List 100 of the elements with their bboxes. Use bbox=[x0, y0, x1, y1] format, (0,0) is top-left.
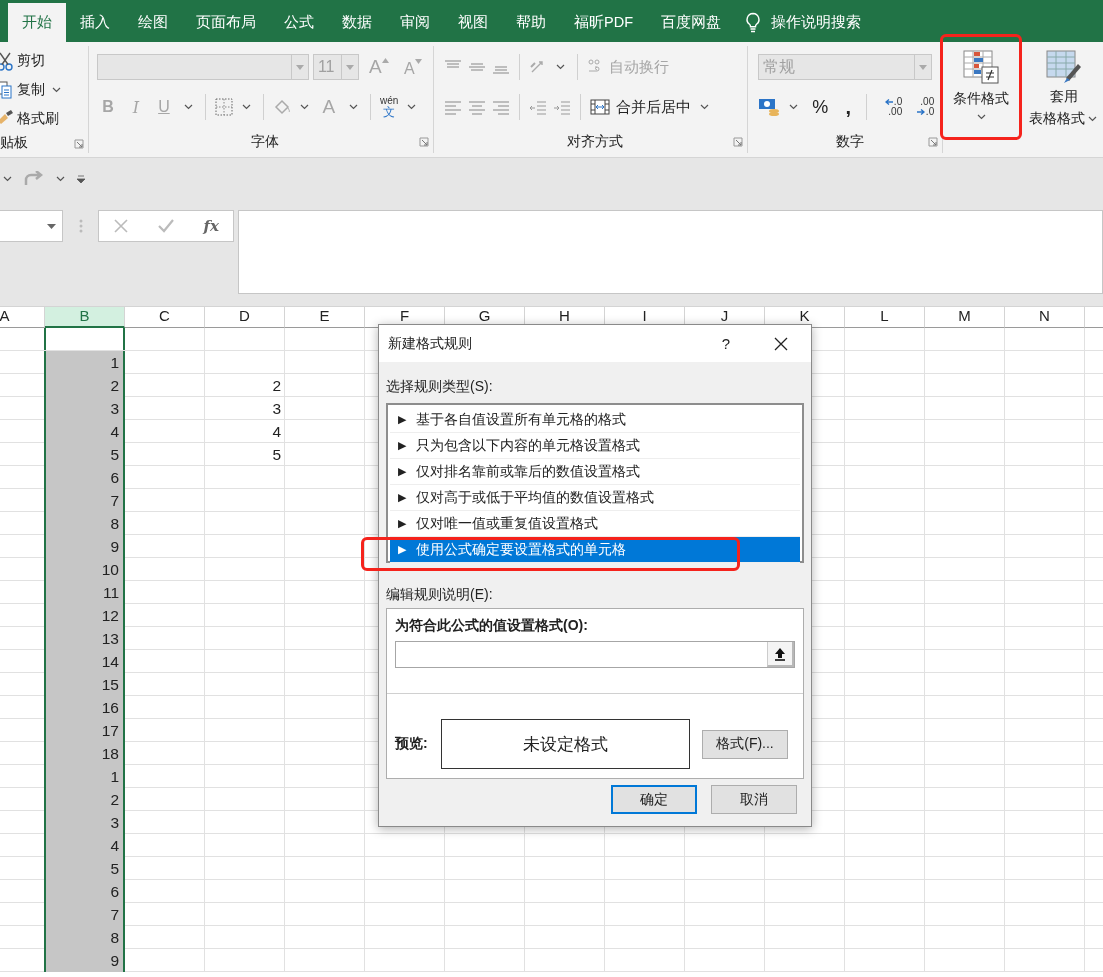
table-cell: 5 bbox=[44, 857, 125, 880]
conditional-formatting-button[interactable]: 条件格式 bbox=[945, 46, 1017, 128]
copy-button[interactable]: 复制 bbox=[0, 75, 88, 104]
table-cell-text: 3 bbox=[271, 399, 282, 419]
drag-handle-icon[interactable] bbox=[79, 219, 83, 233]
ok-button[interactable]: 确定 bbox=[611, 785, 697, 814]
align-center-icon[interactable] bbox=[467, 98, 486, 116]
decrease-decimal-button[interactable]: .00 .0 bbox=[908, 97, 935, 117]
borders-icon[interactable] bbox=[214, 98, 233, 116]
table-cell: 11 bbox=[44, 581, 125, 604]
group-label: 对齐方式 bbox=[567, 133, 624, 151]
check-icon[interactable] bbox=[157, 218, 176, 234]
cancel-button[interactable]: 取消 bbox=[711, 785, 797, 814]
format-as-table-button[interactable]: 套用 表格格式 bbox=[1025, 46, 1103, 128]
caret-icon bbox=[555, 64, 565, 70]
rule-type-item[interactable]: ▶ 仅对高于或低于平均值的数值设置格式 bbox=[390, 485, 800, 511]
ribbon-tab[interactable]: 帮助 bbox=[502, 3, 560, 42]
ribbon-tab[interactable]: 视图 bbox=[444, 3, 502, 42]
ribbon-tab[interactable]: 插入 bbox=[66, 3, 124, 42]
decrease-indent-icon[interactable] bbox=[528, 98, 547, 116]
align-left-icon[interactable] bbox=[443, 98, 462, 116]
ribbon-tab[interactable]: 公式 bbox=[270, 3, 328, 42]
ribbon-tab[interactable]: 审阅 bbox=[386, 3, 444, 42]
section-label: 选择规则类型(S): bbox=[386, 378, 494, 396]
ribbon-tab[interactable]: 福昕PDF bbox=[560, 3, 647, 42]
dialog-launcher-icon[interactable] bbox=[733, 137, 744, 147]
left-arrow-icon bbox=[884, 99, 893, 105]
caret-icon bbox=[407, 104, 417, 110]
table-cell: 3 bbox=[44, 397, 125, 420]
help-button[interactable]: ? bbox=[721, 335, 730, 352]
format-button[interactable]: 格式(F)... bbox=[702, 729, 788, 759]
table-cell-text: 2 bbox=[271, 376, 282, 396]
ribbon-tab[interactable]: 页面布局 bbox=[182, 3, 270, 42]
ribbon-tab[interactable]: 开始 bbox=[8, 3, 66, 42]
table-cell: 4 bbox=[44, 834, 125, 857]
caret-icon bbox=[976, 114, 986, 120]
rule-type-item[interactable]: ▶ 只为包含以下内容的单元格设置格式 bbox=[390, 433, 800, 459]
name-box[interactable] bbox=[0, 210, 63, 242]
scissors-icon bbox=[0, 50, 13, 71]
table-cell-text: 4 bbox=[271, 422, 282, 442]
table-cell: 3 bbox=[44, 811, 125, 834]
insert-function-button[interactable]: fx bbox=[203, 217, 219, 235]
table-cell-text: 5 bbox=[271, 445, 282, 465]
rule-type-list[interactable]: ▶ 基于各自值设置所有单元格的格式 ▶ 只为包含以下内容的单元格设置格式 ▶ 仅对排名靠前或靠后的数值设置格式 ▶ 仅对高于或低于平均值的数值设置格式 ▶ 仅对唯一值或重复值设置格式 ▶ 使用公式确定要设置格式的单元格 bbox=[386, 403, 804, 563]
align-right-icon[interactable] bbox=[491, 98, 510, 116]
ribbon-tab[interactable]: 百度网盘 bbox=[647, 3, 735, 42]
dialog-launcher-icon[interactable] bbox=[418, 137, 429, 147]
column-header[interactable]: N bbox=[1005, 307, 1085, 328]
column-header[interactable]: L bbox=[845, 307, 925, 328]
table-cell: 16 bbox=[44, 696, 125, 719]
percent-button[interactable]: % bbox=[807, 96, 834, 118]
increase-decimal-button[interactable]: .0 .00 bbox=[876, 97, 903, 117]
redo-icon[interactable] bbox=[23, 171, 45, 187]
table-cell: 4 bbox=[44, 420, 125, 443]
formula-field[interactable] bbox=[395, 641, 795, 668]
merge-center-button[interactable]: 合并后居中 bbox=[589, 97, 712, 117]
caret-icon bbox=[52, 86, 61, 93]
caret-icon bbox=[1087, 116, 1097, 122]
section-label: 编辑规则说明(E): bbox=[386, 586, 494, 604]
dialog-launcher-icon[interactable] bbox=[73, 139, 84, 149]
dialog-launcher-icon[interactable] bbox=[928, 137, 938, 147]
table-cell: 9 bbox=[44, 535, 125, 558]
column-header[interactable]: A bbox=[0, 307, 45, 328]
table-cell: 18 bbox=[44, 742, 125, 765]
rule-type-item[interactable]: ▶ 仅对排名靠前或靠后的数值设置格式 bbox=[390, 459, 800, 485]
customize-toolbar-icon[interactable] bbox=[76, 174, 86, 184]
caret-icon bbox=[699, 104, 709, 110]
collapse-dialog-icon bbox=[774, 646, 786, 661]
preview-box: 未设定格式 bbox=[441, 719, 690, 769]
column-header[interactable]: B bbox=[45, 307, 125, 328]
formula-label: 为符合此公式的值设置格式(O): bbox=[395, 617, 589, 635]
column-header[interactable]: E bbox=[285, 307, 365, 328]
table-cell: 6 bbox=[44, 466, 125, 489]
table-cell: 12 bbox=[44, 604, 125, 627]
ribbon-tab[interactable]: 绘图 bbox=[124, 3, 182, 42]
cut-button[interactable]: 剪切 bbox=[0, 46, 88, 75]
format-painter-button[interactable]: 格式刷 bbox=[0, 104, 88, 133]
table-cell: 8 bbox=[44, 926, 125, 949]
ribbon-tab[interactable]: 数据 bbox=[328, 3, 386, 42]
formula-input[interactable] bbox=[238, 210, 1103, 294]
dropdown-arrow-icon bbox=[295, 64, 304, 70]
group-label: 字体 bbox=[250, 133, 279, 151]
dropdown-arrow-icon bbox=[345, 64, 354, 70]
column-header[interactable]: D bbox=[205, 307, 285, 328]
table-cell: 15 bbox=[44, 673, 125, 696]
rule-type-item[interactable]: ▶ 基于各自值设置所有单元格的格式 bbox=[390, 407, 800, 433]
increase-indent-icon[interactable] bbox=[552, 98, 571, 116]
close-icon[interactable] bbox=[774, 336, 788, 351]
search-hint[interactable]: 操作说明搜索 bbox=[771, 13, 861, 32]
caret-icon bbox=[789, 104, 799, 110]
column-header[interactable]: M bbox=[925, 307, 1005, 328]
dropdown-arrow-icon bbox=[47, 223, 56, 229]
column-header[interactable]: C bbox=[125, 307, 205, 328]
group-label: 数字 bbox=[836, 133, 865, 151]
table-cell: 6 bbox=[44, 880, 125, 903]
table-cell: 17 bbox=[44, 719, 125, 742]
cancel-icon[interactable] bbox=[113, 218, 130, 234]
table-cell: 14 bbox=[44, 650, 125, 673]
table-style-icon bbox=[1046, 50, 1082, 84]
currency-icon[interactable] bbox=[758, 97, 781, 117]
